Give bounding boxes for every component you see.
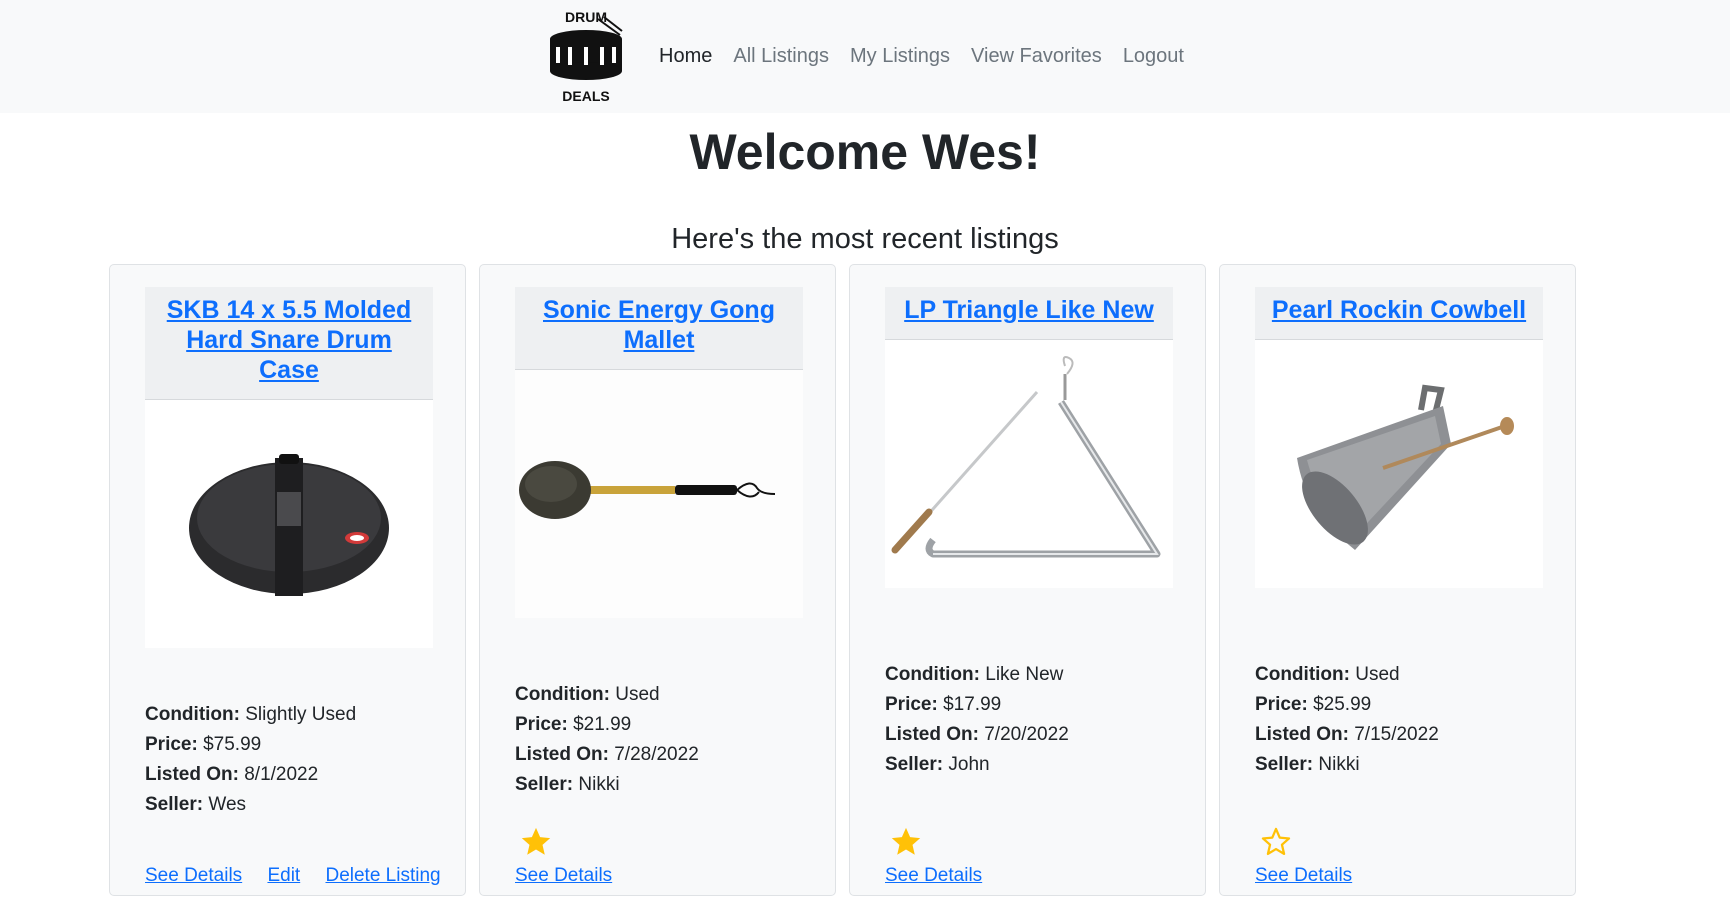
condition-row: Condition: Used [515, 680, 803, 710]
card-header: Sonic Energy Gong Mallet [515, 287, 803, 370]
price-row: Price: $75.99 [145, 730, 433, 760]
seller-label: Seller: [1255, 754, 1314, 775]
card-actions: See Details Edit Delete Listing [145, 865, 441, 887]
nav-home[interactable]: Home [659, 45, 712, 68]
recent-listings-heading: Here's the most recent listings [671, 223, 1059, 255]
listed-on-row: Listed On: 7/15/2022 [1255, 720, 1543, 750]
seller-label: Seller: [145, 794, 204, 815]
listing-title-link[interactable]: LP Triangle Like New [904, 296, 1154, 324]
see-details-link[interactable]: See Details [885, 865, 982, 886]
logo-bottom-text: DEALS [562, 88, 609, 104]
card-details: Condition: Slightly Used Price: $75.99 L… [145, 700, 433, 820]
delete-listing-link[interactable]: Delete Listing [325, 865, 440, 886]
logo-top-text: DRUM [565, 9, 607, 25]
price-value: $17.99 [943, 694, 1002, 715]
price-label: Price: [145, 734, 198, 755]
price-value: $75.99 [203, 734, 262, 755]
favorite-star-filled-icon[interactable] [889, 825, 923, 859]
condition-row: Condition: Slightly Used [145, 700, 433, 730]
card-header: SKB 14 x 5.5 Molded Hard Snare Drum Case [145, 287, 433, 400]
listing-title-link[interactable]: Pearl Rockin Cowbell [1272, 296, 1526, 324]
listing-card: SKB 14 x 5.5 Molded Hard Snare Drum Case… [109, 264, 466, 896]
see-details-link[interactable]: See Details [145, 865, 242, 886]
seller-row: Seller: Nikki [1255, 750, 1543, 780]
see-details-link[interactable]: See Details [515, 865, 612, 886]
price-label: Price: [1255, 694, 1308, 715]
seller-value: Nikki [578, 774, 620, 795]
nav-all-listings[interactable]: All Listings [733, 45, 829, 68]
card-actions: See Details [515, 865, 632, 887]
seller-row: Seller: Nikki [515, 770, 803, 800]
condition-label: Condition: [1255, 664, 1350, 685]
price-row: Price: $21.99 [515, 710, 803, 740]
condition-value: Used [1355, 664, 1400, 685]
seller-value: Wes [208, 794, 247, 815]
listed-on-value: 7/28/2022 [614, 744, 699, 765]
listed-on-value: 8/1/2022 [244, 764, 319, 785]
card-header: LP Triangle Like New [885, 287, 1173, 340]
favorite-star-filled-icon[interactable] [519, 825, 553, 859]
card-details: Condition: Used Price: $21.99 Listed On:… [515, 680, 803, 800]
listed-on-row: Listed On: 8/1/2022 [145, 760, 433, 790]
card-actions: See Details [1255, 865, 1372, 887]
snare-case-image [145, 400, 433, 648]
welcome-heading: Welcome Wes! [689, 124, 1041, 180]
card-header: Pearl Rockin Cowbell [1255, 287, 1543, 340]
listed-on-label: Listed On: [1255, 724, 1349, 745]
navbar: DRUM DEALS Home All Listings My Listings… [0, 0, 1730, 113]
seller-row: Seller: Wes [145, 790, 433, 820]
listed-on-label: Listed On: [515, 744, 609, 765]
listed-on-row: Listed On: 7/28/2022 [515, 740, 803, 770]
condition-label: Condition: [515, 684, 610, 705]
edit-link[interactable]: Edit [267, 865, 300, 886]
price-value: $25.99 [1313, 694, 1372, 715]
nav-logout[interactable]: Logout [1123, 45, 1184, 68]
listed-on-label: Listed On: [145, 764, 239, 785]
nav-view-favorites[interactable]: View Favorites [971, 45, 1102, 68]
seller-label: Seller: [885, 754, 944, 775]
listing-title-link[interactable]: Sonic Energy Gong Mallet [543, 296, 775, 354]
listed-on-value: 7/15/2022 [1354, 724, 1439, 745]
listed-on-label: Listed On: [885, 724, 979, 745]
seller-row: Seller: John [885, 750, 1173, 780]
card-details: Condition: Used Price: $25.99 Listed On:… [1255, 660, 1543, 780]
price-value: $21.99 [573, 714, 632, 735]
seller-label: Seller: [515, 774, 574, 795]
price-label: Price: [885, 694, 938, 715]
seller-value: Nikki [1318, 754, 1360, 775]
card-details: Condition: Like New Price: $17.99 Listed… [885, 660, 1173, 780]
condition-value: Slightly Used [245, 704, 357, 725]
price-row: Price: $25.99 [1255, 690, 1543, 720]
listing-card: Pearl Rockin Cowbell Condition: Used Pri… [1219, 264, 1576, 896]
price-row: Price: $17.99 [885, 690, 1173, 720]
triangle-image [885, 340, 1173, 588]
listing-title-link[interactable]: SKB 14 x 5.5 Molded Hard Snare Drum Case [167, 296, 412, 384]
condition-value: Like New [985, 664, 1064, 685]
card-actions: See Details [885, 865, 1002, 887]
see-details-link[interactable]: See Details [1255, 865, 1352, 886]
condition-row: Condition: Like New [885, 660, 1173, 690]
drum-logo-icon: DRUM DEALS [550, 9, 623, 104]
drum-deals-logo[interactable]: DRUM DEALS [546, 9, 626, 105]
price-label: Price: [515, 714, 568, 735]
listed-on-value: 7/20/2022 [984, 724, 1069, 745]
seller-value: John [948, 754, 990, 775]
listing-card: LP Triangle Like New Condition: Like New… [849, 264, 1206, 896]
listed-on-row: Listed On: 7/20/2022 [885, 720, 1173, 750]
condition-label: Condition: [885, 664, 980, 685]
condition-label: Condition: [145, 704, 240, 725]
condition-value: Used [615, 684, 660, 705]
nav-my-listings[interactable]: My Listings [850, 45, 950, 68]
condition-row: Condition: Used [1255, 660, 1543, 690]
gong-mallet-image [515, 370, 803, 618]
cowbell-image [1255, 340, 1543, 588]
favorite-star-outline-icon[interactable] [1259, 825, 1293, 859]
nav-inner: DRUM DEALS Home All Listings My Listings… [546, 9, 1184, 105]
listing-card: Sonic Energy Gong Mallet Condition: Used… [479, 264, 836, 896]
